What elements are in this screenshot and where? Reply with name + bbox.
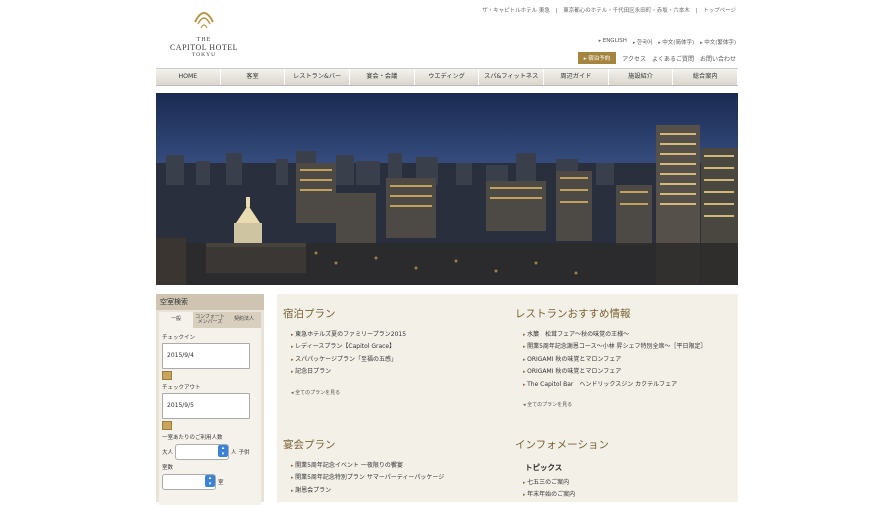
top-links: ザ・キャピトルホテル 東急 | 東京都心のホテル・千代田区永田町・赤坂・六本木 … [482,8,736,14]
nav-spa[interactable]: スパ&フィットネス [479,69,545,85]
tab-comfort-members[interactable]: コンフォートメンバーズ [193,312,227,328]
nav-banquet[interactable]: 宴会・会議 [350,69,415,85]
stay-plan-list: 東急ホテルズ夏のファミリープラン2015 レディースプラン【Capitol Gr… [291,329,503,379]
checkout-calendar-icon[interactable] [162,421,172,430]
night-city-illustration [156,93,738,285]
room-search-title: 空室検索 [156,294,264,310]
list-item[interactable]: レディースプラン【Capitol Grace】 [291,341,503,353]
faq-link[interactable]: よくあるご質問 [652,54,694,63]
topics-subtitle: トピックス [525,463,563,472]
topics-list: 七五三のご案内 年末年始のご案内 [523,477,735,502]
restaurant-title: レストランおすすめ情報 [515,308,631,320]
access-link[interactable]: アクセス [622,54,646,63]
logo-text-name: CAPITOL HOTEL [169,43,239,52]
list-item[interactable]: 記念日プラン [291,366,503,378]
tab-general[interactable]: 一般 [159,312,193,328]
list-item[interactable]: 謝恩会プラン [291,485,503,497]
information-title: インフォメーション [515,439,609,451]
restaurant-list: 水簾 松茸フェア～秋の味覚の王様～ 開業5周年記念謝恩コース～小林 昇シェフ特別… [523,329,735,391]
top-page-link[interactable]: トップページ [703,8,736,14]
checkin-input[interactable]: 2015/9/4 [162,343,250,369]
sub-navigation: 宿泊予約 アクセス よくあるご質問 お問い合わせ [577,52,736,64]
nav-information[interactable]: 総合案内 [673,69,739,85]
list-item[interactable]: 開業5周年記念謝恩コース～小林 昇シェフ特別全席～［平日限定］ [523,341,735,353]
child-label: 子供 [238,450,250,456]
list-item[interactable]: 東急ホテルズ夏のファミリープラン2015 [291,329,503,341]
main-content: 宿泊プラン 東急ホテルズ夏のファミリープラン2015 レディースプラン【Capi… [277,294,738,502]
list-item[interactable]: スパパッケージプラン「至福の五感」 [291,354,503,366]
list-item[interactable]: 水簾 松茸フェア～秋の味覚の王様～ [523,329,735,341]
checkin-calendar-icon[interactable] [162,371,172,380]
list-item[interactable]: 年末年始のご案内 [523,489,735,501]
lang-korean-link[interactable]: 한국어 [633,38,652,46]
adult-unit: 人 [231,450,237,456]
checkout-label: チェックアウト [162,385,201,391]
language-links: ENGLISH 한국어 中文(简体字) 中文(繁体字) [599,38,736,46]
nav-facilities[interactable]: 施設紹介 [609,69,674,85]
list-item[interactable]: 七五三のご案内 [523,477,735,489]
banquet-list: 開業5周年記念イベント 一夜限りの饗宴 開業5周年記念特別プラン サマーパーティ… [291,460,503,497]
select-arrow-icon: ▴ ▾ [205,475,215,487]
nav-rooms[interactable]: 客室 [221,69,286,85]
logo-text-tokyu: TOKYU [191,52,217,58]
list-item[interactable]: ORIGAMI 秋の味覚とマロンフェア [523,354,735,366]
contact-link[interactable]: お問い合わせ [700,54,736,63]
adult-label: 大人 [162,450,174,456]
tab-corporate[interactable]: 契約法人 [227,312,261,328]
hotel-logo[interactable]: THE CAPITOL HOTEL TOKYU [160,6,248,64]
room-search-panel: 空室検索 一般 コンフォートメンバーズ 契約法人 チェックイン 2015/9/4… [156,294,264,505]
nav-home[interactable]: HOME [156,69,221,85]
site-name-link[interactable]: ザ・キャピトルホテル 東急 [482,8,550,14]
checkin-label: チェックイン [162,335,196,341]
restaurant-all-link[interactable]: 全てのプランを見る [523,401,735,408]
rooms-row: ▴ ▾ 室 [162,474,258,490]
search-tabs: 一般 コンフォートメンバーズ 契約法人 [159,312,261,328]
reserve-button[interactable]: 宿泊予約 [577,52,617,64]
nav-restaurant[interactable]: レストラン&バー [285,69,351,85]
rooms-select[interactable]: ▴ ▾ [162,474,216,490]
checkout-input[interactable]: 2015/9/5 [162,393,250,419]
nav-area-guide[interactable]: 周辺ガイド [544,69,609,85]
global-nav: HOME 客室 レストラン&バー 宴会・会議 ウエディング スパ&フィットネス … [156,68,739,86]
lang-chinese-simplified-link[interactable]: 中文(简体字) [658,38,694,46]
select-arrow-icon: ▴ ▾ [218,445,229,457]
list-item[interactable]: The Capitol Bar ヘンドリックスジン カクテルフェア [523,379,735,391]
list-item[interactable]: 開業5周年記念イベント 一夜限りの饗宴 [291,460,503,472]
hero-cityscape-image [156,93,738,285]
stay-plan-title: 宿泊プラン [283,308,336,320]
information-section: インフォメーション トピックス 七五三のご案内 年末年始のご案内 [515,437,735,502]
list-item[interactable]: 開業5周年記念特別プラン サマーパーティーパッケージ [291,472,503,484]
rooms-unit: 室 [218,480,224,486]
lang-english-link[interactable]: ENGLISH [599,38,627,46]
list-item[interactable]: ORIGAMI 秋の味覚とマロンフェア [523,366,735,378]
nav-wedding[interactable]: ウエディング [415,69,480,85]
logo-emblem-icon [194,12,214,29]
banquet-section: 宴会プラン 開業5周年記念イベント 一夜限りの饗宴 開業5周年記念特別プラン サ… [283,437,503,497]
rooms-label: 室数 [162,465,174,471]
banquet-title: 宴会プラン [283,439,336,451]
adult-select[interactable]: ▴ ▾ [175,444,230,460]
lang-chinese-traditional-link[interactable]: 中文(繁体字) [700,38,736,46]
stay-plan-section: 宿泊プラン 東急ホテルズ夏のファミリープラン2015 レディースプラン【Capi… [283,306,503,396]
restaurant-section: レストランおすすめ情報 水簾 松茸フェア～秋の味覚の王様～ 開業5周年記念謝恩コ… [515,306,735,408]
guests-row: 大人 ▴ ▾ 人 子供 [162,444,258,460]
site-desc-text: 東京都心のホテル・千代田区永田町・赤坂・六本木 [563,8,690,14]
search-form: チェックイン 2015/9/4 チェックアウト 2015/9/5 一室あたりのご… [159,328,261,505]
stay-all-link[interactable]: 全てのプランを見る [291,389,503,396]
guests-label: 一室あたりのご利用人数 [162,435,223,441]
